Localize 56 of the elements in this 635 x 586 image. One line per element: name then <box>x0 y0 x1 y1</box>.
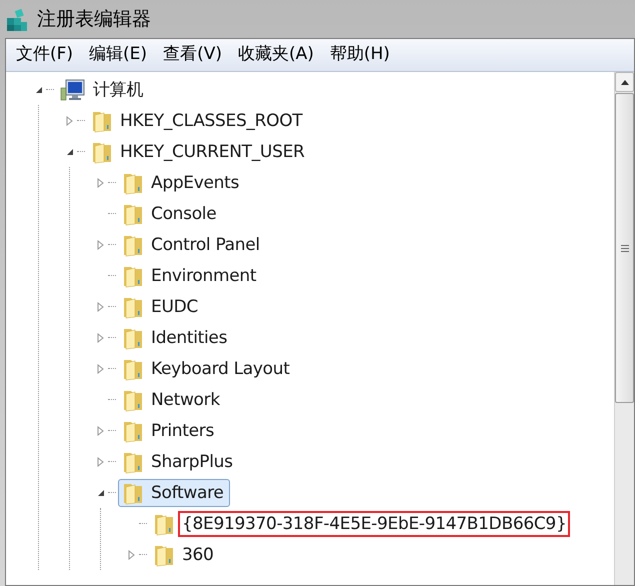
tree-item[interactable]: Software <box>118 478 230 506</box>
tree-row[interactable]: EUDC <box>96 291 614 322</box>
expand-arrow-icon[interactable] <box>96 456 106 466</box>
tree-row[interactable]: Software <box>96 477 614 508</box>
computer-icon <box>60 78 86 102</box>
tree-row[interactable]: 计算机 <box>34 74 614 105</box>
tree-item[interactable]: 计算机 <box>56 76 150 104</box>
menu-item[interactable]: 文件(F) <box>10 42 80 68</box>
tree-row[interactable]: Keyboard Layout <box>96 353 614 384</box>
tree-item[interactable]: EUDC <box>118 292 204 320</box>
tree-item[interactable]: Printers <box>118 416 220 444</box>
expand-arrow-icon[interactable] <box>96 364 106 374</box>
menu-item[interactable]: 帮助(H) <box>324 42 396 68</box>
tree-row[interactable]: Console <box>96 198 614 229</box>
grip-icon <box>620 244 628 252</box>
scroll-thumb[interactable] <box>615 93 634 403</box>
expand-arrow-icon[interactable] <box>96 332 106 342</box>
tree-item[interactable]: {8E919370-318F-4E5E-9EbE-9147B1DB66C9} <box>149 510 572 538</box>
tree-row[interactable]: {8E919370-318F-4E5E-9EbE-9147B1DB66C9} <box>127 508 614 539</box>
expand-arrow-icon[interactable] <box>127 550 137 560</box>
tree-item[interactable]: Network <box>118 386 226 414</box>
tree-row[interactable]: 360 <box>127 539 614 570</box>
tree-row[interactable]: Control Panel <box>96 229 614 260</box>
menu-item[interactable]: 收藏夹(A) <box>232 42 320 68</box>
tree-row[interactable]: Environment <box>96 260 614 291</box>
expand-arrow-icon[interactable] <box>96 426 106 436</box>
tree-item[interactable]: Environment <box>118 262 262 290</box>
tree-item[interactable]: SharpPlus <box>118 448 239 476</box>
tree-item[interactable]: 360 <box>149 540 220 568</box>
tree-row[interactable]: Printers <box>96 415 614 446</box>
scrollbar[interactable] <box>614 72 634 585</box>
tree-item[interactable]: AppEvents <box>118 168 246 196</box>
tree-item[interactable]: Keyboard Layout <box>118 354 296 382</box>
expand-arrow-icon[interactable] <box>96 178 106 188</box>
expand-arrow-icon[interactable] <box>96 302 106 312</box>
expand-arrow-icon[interactable] <box>96 240 106 250</box>
tree-item[interactable]: Control Panel <box>118 230 266 258</box>
collapse-arrow-icon[interactable] <box>34 84 44 94</box>
collapse-arrow-icon[interactable] <box>96 488 106 498</box>
tree-row[interactable]: AppEvents <box>96 167 614 198</box>
up-arrow-icon <box>620 80 628 84</box>
tree-row[interactable]: HKEY_CLASSES_ROOT <box>65 105 614 136</box>
tree-row[interactable]: Identities <box>96 322 614 353</box>
tree-item[interactable]: HKEY_CLASSES_ROOT <box>87 106 308 134</box>
menu-item[interactable]: 编辑(E) <box>83 42 154 68</box>
menu-item[interactable]: 查看(V) <box>157 42 228 68</box>
tree-item[interactable]: HKEY_CURRENT_USER <box>87 138 311 166</box>
scroll-up-button[interactable] <box>615 72 634 92</box>
tree-row[interactable]: Network <box>96 384 614 415</box>
tree-item[interactable]: Identities <box>118 324 234 352</box>
tree-item[interactable]: Console <box>118 200 222 228</box>
expand-arrow-icon[interactable] <box>65 116 75 126</box>
collapse-arrow-icon[interactable] <box>65 146 75 156</box>
tree-row[interactable]: HKEY_CURRENT_USER <box>65 136 614 167</box>
tree-row[interactable]: SharpPlus <box>96 446 614 477</box>
window-title: 注册表编辑器 <box>37 6 151 32</box>
